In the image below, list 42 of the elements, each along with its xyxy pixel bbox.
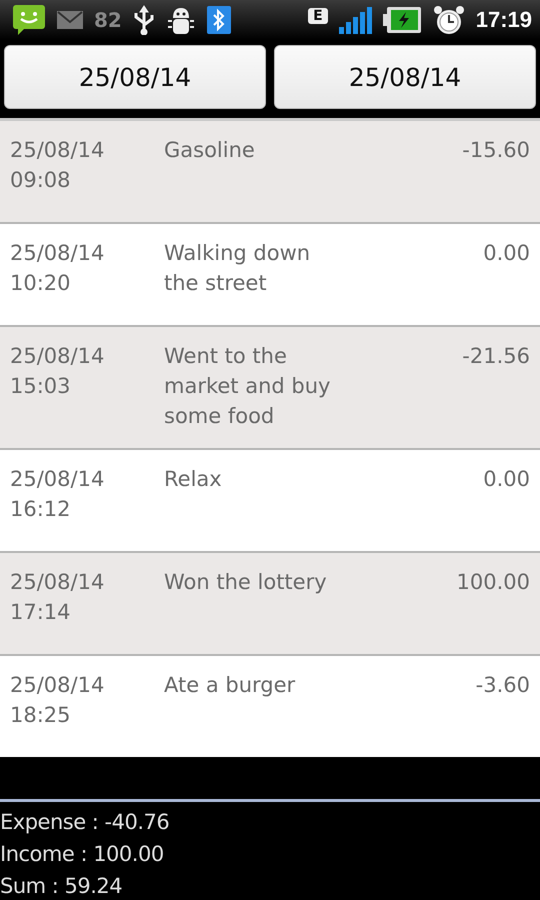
network-type-badge: E [308,8,328,24]
transaction-time: 09:08 [10,167,71,194]
transaction-date: 25/08/14 [10,240,104,267]
total-line: Sum : 59.24 [0,873,122,900]
transaction-description: Went to the market and buy some food [164,344,330,428]
transaction-date: 25/08/14 [10,137,104,164]
mail-icon [56,10,84,30]
bluetooth-icon [206,5,232,35]
signal-icon [338,5,372,35]
end-date-button[interactable]: 25/08/14 [274,45,536,109]
transaction-description: Gasoline [164,138,255,162]
message-icon [12,4,46,36]
transaction-row[interactable]: 25/08/14 17:14 Won the lottery 100.00 [0,553,540,656]
total-line: Income : 100.00 [0,841,164,868]
transaction-description: Ate a burger [164,673,296,697]
total-line: Expense : -40.76 [0,809,170,836]
battery-icon [382,5,422,35]
transaction-amount: -15.60 [462,138,530,162]
transaction-amount: 100.00 [456,570,530,594]
transaction-time: 15:03 [10,373,71,400]
usb-icon [132,5,156,35]
start-date-button[interactable]: 25/08/14 [4,45,266,109]
transaction-amount: 0.00 [483,467,530,491]
notification-count: 82 [94,8,122,32]
transaction-time: 16:12 [10,496,71,523]
transaction-row[interactable]: 25/08/14 09:08 Gasoline -15.60 [0,121,540,224]
transaction-amount: -3.60 [476,673,530,697]
transaction-amount: -21.56 [462,344,530,368]
transaction-description: Relax [164,467,222,491]
transaction-date: 25/08/14 [10,343,104,370]
clock-time: 17:19 [476,7,532,33]
transaction-date: 25/08/14 [10,569,104,596]
transaction-date: 25/08/14 [10,466,104,493]
transaction-date: 25/08/14 [10,672,104,699]
transaction-description: Walking down the street [164,241,310,295]
transaction-row[interactable]: 25/08/14 15:03 Went to the market and buy some food -21.56 [0,327,540,450]
transaction-time: 17:14 [10,599,71,626]
alarm-clock-icon [432,4,466,36]
transaction-amount: 0.00 [483,241,530,265]
transaction-time: 10:20 [10,270,71,297]
transaction-description: Won the lottery [164,570,327,594]
transaction-time: 18:25 [10,702,71,729]
